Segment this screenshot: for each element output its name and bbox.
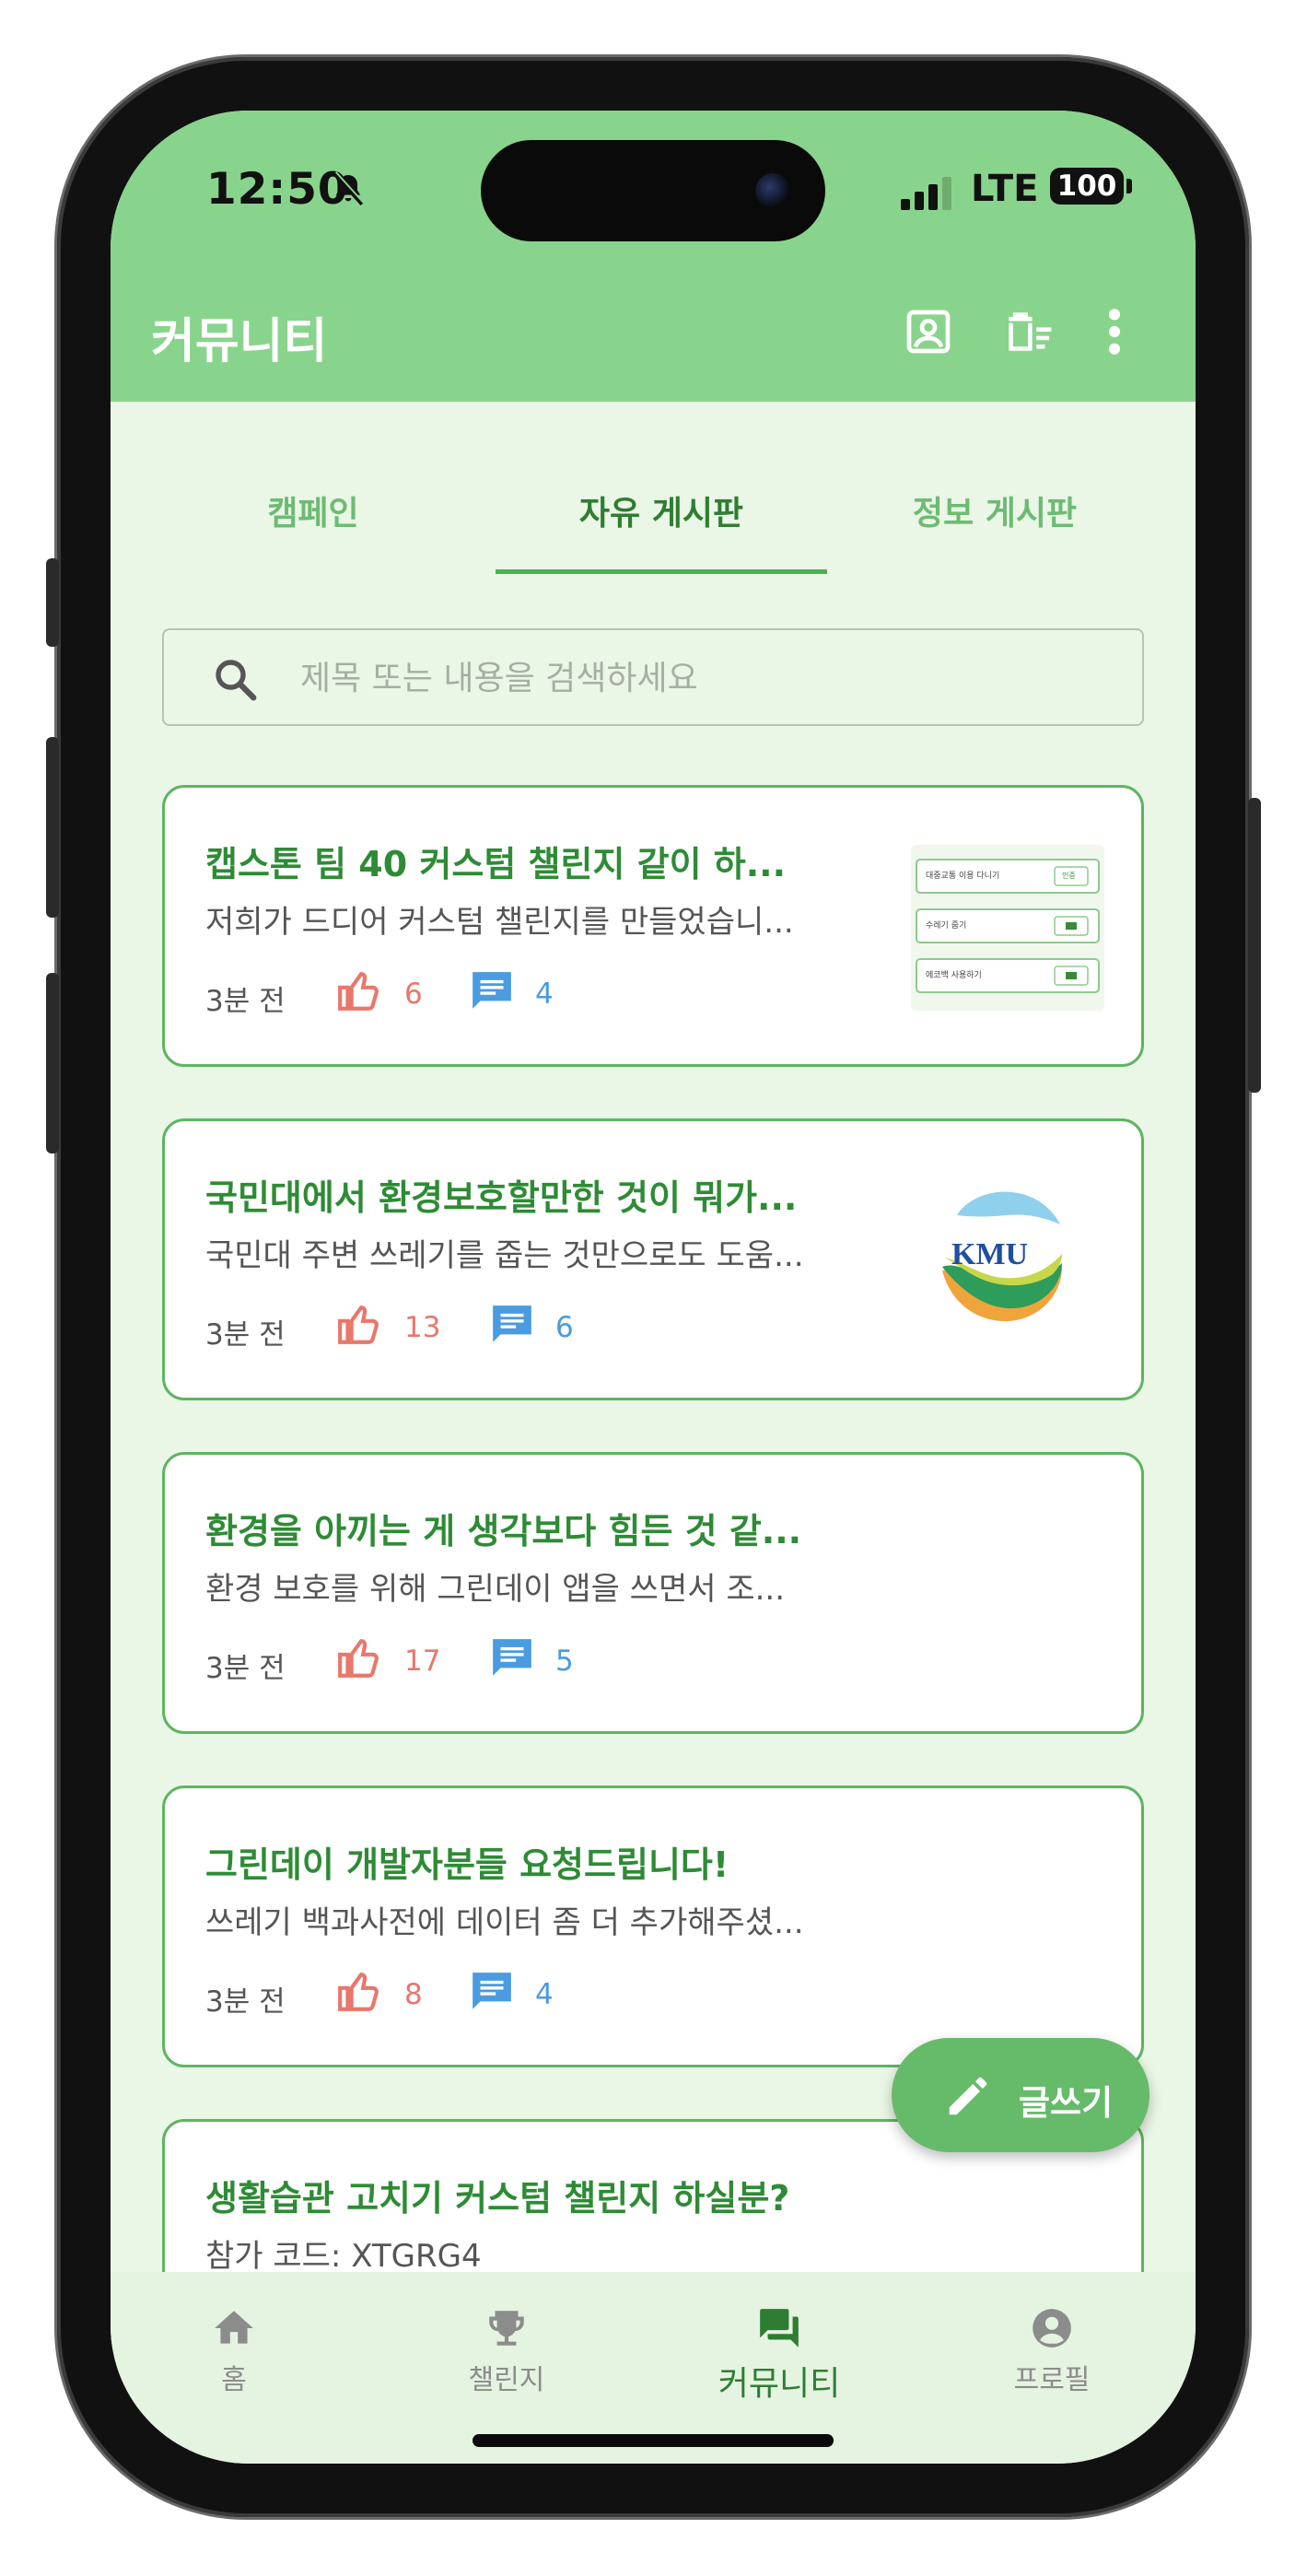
volume-down-button	[46, 973, 59, 1153]
write-post-button[interactable]: 글쓰기	[892, 2038, 1149, 2152]
comment-count: 4	[535, 1978, 554, 2011]
status-time: 12:50	[206, 164, 349, 215]
account-circle-icon	[1033, 2309, 1071, 2348]
post-preview: 환경 보호를 위해 그린데이 앱을 쓰면서 조...	[205, 1571, 786, 1608]
tab-info-board[interactable]: 정보 게시판	[847, 486, 1142, 534]
thumb-up-icon[interactable]	[336, 1302, 382, 1348]
post-preview: 쓰레기 백과사전에 데이터 좀 더 추가해주셨...	[205, 1904, 804, 1941]
tab-indicator	[496, 569, 827, 574]
post-title: 그린데이 개발자분들 요청드립니다!	[205, 1844, 729, 1885]
forum-icon	[760, 2309, 799, 2348]
post-preview: 참가 코드: XTGRG4	[205, 2238, 482, 2275]
nav-profile[interactable]: 프로필	[960, 2305, 1144, 2397]
post-card[interactable]: 국민대에서 환경보호할만한 것이 뭐가... 국민대 주변 쓰레기를 줍는 것만…	[162, 1118, 1144, 1400]
comment-icon[interactable]	[469, 1969, 515, 2015]
post-time: 3분 전	[205, 1652, 286, 1685]
thumbnail-row-1: 대중교통 이용 다니기	[926, 872, 1000, 881]
post-time: 3분 전	[205, 1985, 286, 2019]
post-card[interactable]: 캡스톤 팀 40 커스텀 챌린지 같이 하... 저희가 드디어 커스텀 챌린지…	[162, 785, 1144, 1067]
front-camera	[755, 173, 790, 208]
network-type: LTE	[971, 168, 1039, 210]
search-icon	[216, 660, 257, 701]
post-title: 캡스톤 팀 40 커스텀 챌린지 같이 하...	[205, 844, 787, 884]
nav-community[interactable]: 커뮤니티	[687, 2305, 871, 2405]
power-button	[1248, 798, 1261, 1093]
kmu-logo: KMU	[929, 1178, 1077, 1344]
like-count: 13	[404, 1311, 441, 1344]
dynamic-island	[481, 140, 825, 241]
phone-screen: 12:50 LTE 100 커뮤니티 캠페인 자유 게시판 정보 게시판 제목 …	[111, 111, 1196, 2464]
post-preview: 국민대 주변 쓰레기를 줍는 것만으로도 도움...	[205, 1237, 804, 1274]
kmu-logo-text: KMU	[951, 1237, 1029, 1271]
post-title: 생활습관 고치기 커스텀 챌린지 하실분?	[205, 2178, 790, 2219]
thumb-up-icon[interactable]	[336, 968, 382, 1014]
battery-tip	[1126, 179, 1132, 193]
like-count: 6	[404, 978, 423, 1011]
thumb-up-icon[interactable]	[336, 1635, 382, 1681]
like-count: 8	[404, 1978, 423, 2011]
comment-count: 5	[555, 1645, 574, 1678]
nav-home-label: 홈	[221, 2364, 247, 2396]
tab-campaign[interactable]: 캠페인	[203, 486, 424, 534]
post-card[interactable]: 환경을 아끼는 게 생각보다 힘든 것 같... 환경 보호를 위해 그린데이 …	[162, 1452, 1144, 1734]
signal-icon	[901, 177, 951, 210]
comment-icon[interactable]	[489, 1302, 535, 1348]
pencil-icon	[949, 2077, 987, 2115]
post-time: 3분 전	[205, 985, 286, 1018]
profile-card-icon[interactable]	[903, 306, 954, 357]
nav-community-label: 커뮤니티	[718, 2365, 841, 2403]
post-preview: 저희가 드디어 커스텀 챌린지를 만들었습니...	[205, 904, 794, 941]
post-card[interactable]: 그린데이 개발자분들 요청드립니다! 쓰레기 백과사전에 데이터 좀 더 추가해…	[162, 1786, 1144, 2067]
nav-profile-label: 프로필	[1013, 2364, 1091, 2396]
comment-icon[interactable]	[469, 968, 515, 1014]
battery-level: 100	[1050, 168, 1124, 205]
trophy-icon	[489, 2311, 524, 2346]
bell-off-icon	[333, 170, 365, 206]
post-title: 국민대에서 환경보호할만한 것이 뭐가...	[205, 1177, 798, 1218]
post-time: 3분 전	[205, 1318, 286, 1352]
home-indicator	[473, 2434, 834, 2447]
search-box[interactable]	[162, 628, 1144, 726]
like-count: 17	[404, 1645, 441, 1678]
write-post-label: 글쓰기	[1019, 2083, 1114, 2123]
thumbnail-row-1-button: 인증	[1062, 872, 1076, 880]
home-icon	[215, 2311, 253, 2344]
post-thumbnail: 대중교통 이용 다니기 인증 수레기 줍기 에코백 사용하기	[911, 845, 1104, 1011]
comment-count: 6	[555, 1311, 574, 1344]
comment-count: 4	[535, 978, 554, 1011]
comment-icon[interactable]	[489, 1635, 535, 1681]
nav-challenge-label: 챌린지	[468, 2364, 545, 2396]
page-title: 커뮤니티	[151, 314, 328, 369]
nav-home[interactable]: 홈	[142, 2305, 326, 2397]
tab-free-board[interactable]: 자유 게시판	[496, 486, 827, 534]
thumb-up-icon[interactable]	[336, 1969, 382, 2015]
more-vert-icon[interactable]	[1105, 306, 1124, 357]
nav-challenge[interactable]: 챌린지	[414, 2305, 599, 2397]
search-input[interactable]	[298, 649, 1094, 708]
thumbnail-row-3: 에코백 사용하기	[926, 971, 982, 980]
post-title: 환경을 아끼는 게 생각보다 힘든 것 같...	[205, 1511, 802, 1551]
action-button	[46, 558, 59, 647]
thumbnail-row-2: 수레기 줍기	[926, 921, 967, 931]
delete-sort-icon[interactable]	[1000, 306, 1056, 357]
volume-up-button	[46, 737, 59, 918]
